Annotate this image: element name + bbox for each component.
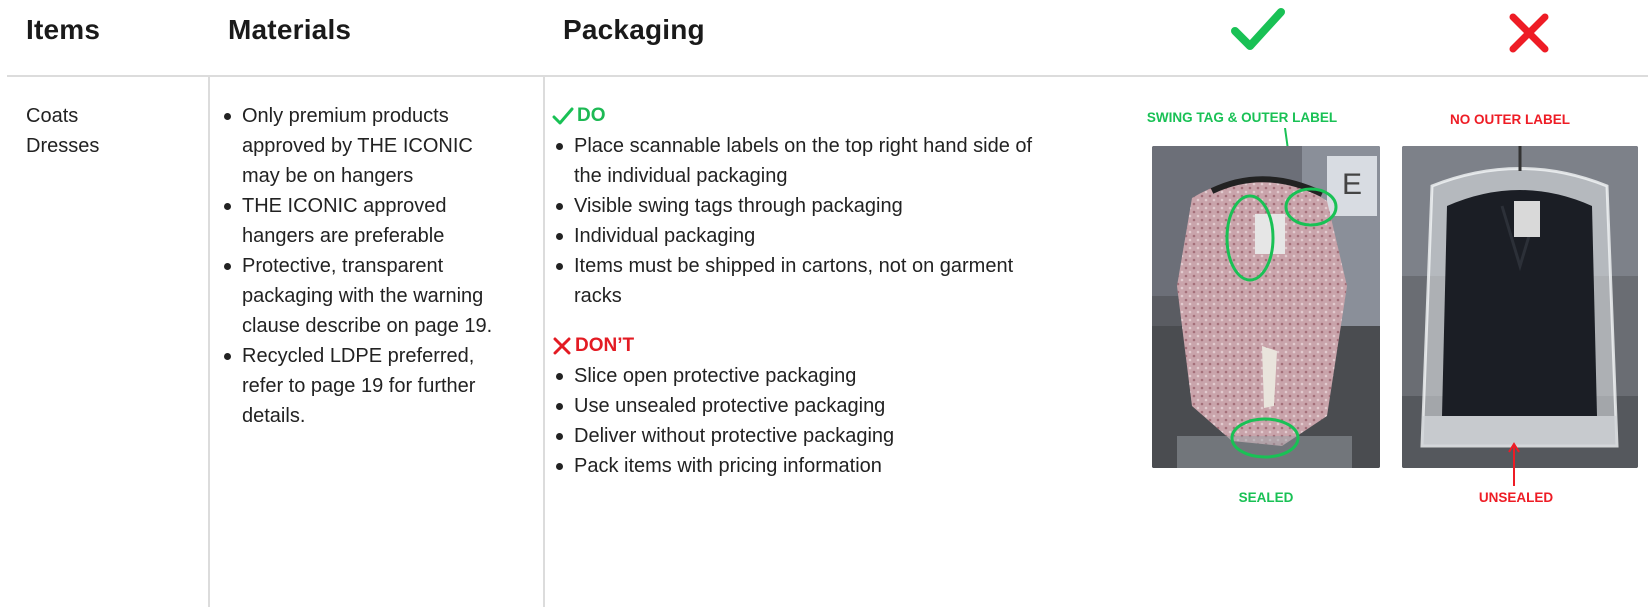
unsealed-pointer — [1508, 442, 1520, 486]
list-item: THE ICONIC approved hangers are preferab… — [222, 191, 512, 251]
list-item: Recycled LDPE preferred, refer to page 1… — [222, 341, 512, 431]
list-item: Protective, transparent packaging with t… — [222, 251, 512, 341]
materials-list: Only premium products approved by THE IC… — [222, 101, 512, 431]
checkmark-icon — [1231, 8, 1285, 50]
list-item: Slice open protective packaging — [554, 361, 1034, 391]
do-label: DO — [577, 105, 606, 126]
do-heading: DO — [552, 101, 1034, 131]
bad-example-photo — [1402, 146, 1638, 468]
column-divider-1 — [208, 77, 210, 607]
header-packaging: Packaging — [563, 14, 705, 45]
list-item: Pack items with pricing information — [554, 451, 1034, 481]
sealed-label: SEALED — [1238, 490, 1294, 505]
item-coats: Coats — [26, 105, 79, 127]
small-checkmark-icon — [552, 107, 574, 125]
materials-column: Only premium products approved by THE IC… — [222, 101, 512, 431]
list-item: Deliver without protective packaging — [554, 421, 1034, 451]
list-item: Only premium products approved by THE IC… — [222, 101, 512, 191]
cross-icon — [1509, 13, 1549, 53]
dont-heading: DON’T — [552, 331, 1034, 361]
list-item: Use unsealed protective packaging — [554, 391, 1034, 421]
do-list: Place scannable labels on the top right … — [554, 131, 1034, 311]
packaging-column: DO Place scannable labels on the top rig… — [552, 101, 1034, 481]
svg-text:E: E — [1342, 168, 1362, 201]
item-dresses: Dresses — [26, 135, 100, 157]
header-materials: Materials — [228, 14, 352, 45]
list-item: Visible swing tags through packaging — [554, 191, 1034, 221]
column-divider-2 — [543, 77, 545, 607]
list-item: Place scannable labels on the top right … — [554, 131, 1034, 191]
good-example-photo: E — [1152, 146, 1380, 468]
unsealed-label: UNSEALED — [1478, 490, 1554, 505]
small-cross-icon — [553, 337, 571, 355]
swing-tag-label: SWING TAG & OUTER LABEL — [1146, 110, 1338, 125]
no-outer-label: NO OUTER LABEL — [1450, 112, 1570, 127]
dont-list: Slice open protective packaging Use unse… — [554, 361, 1034, 481]
header-divider — [7, 75, 1648, 77]
dont-label: DON’T — [575, 335, 635, 356]
list-item: Items must be shipped in cartons, not on… — [554, 251, 1034, 311]
list-item: Individual packaging — [554, 221, 1034, 251]
header-items: Items — [26, 14, 101, 45]
items-column: Coats Dresses — [26, 101, 99, 161]
